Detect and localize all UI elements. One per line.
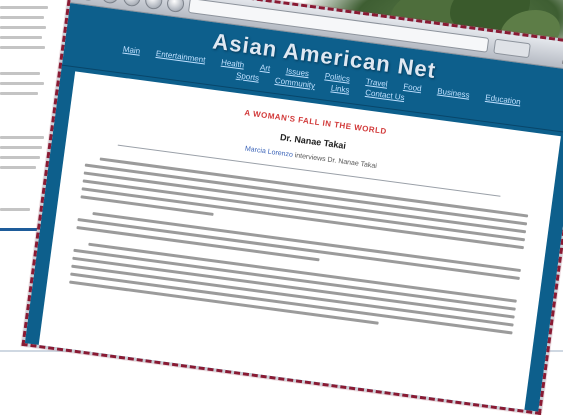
nav-item[interactable]: Education: [485, 93, 521, 107]
nav-item[interactable]: Main: [122, 45, 140, 56]
forward-button[interactable]: [100, 0, 120, 5]
nav-item[interactable]: Politics: [324, 71, 350, 83]
nav-item[interactable]: Community: [274, 76, 315, 90]
stop-button[interactable]: [165, 0, 186, 14]
go-button[interactable]: [493, 38, 531, 59]
author-link[interactable]: Marcia Lorenzo: [244, 146, 293, 159]
back-button[interactable]: [78, 0, 98, 2]
background-blue-rule: [0, 228, 40, 231]
nav-item[interactable]: Sports: [236, 71, 260, 83]
home-button[interactable]: [144, 0, 164, 11]
credit-text: interviews Dr. Nanae Takai: [292, 151, 378, 171]
nav-item[interactable]: Health: [221, 58, 245, 70]
nav-item[interactable]: Travel: [365, 77, 388, 89]
nav-item[interactable]: Contact Us: [365, 88, 405, 102]
nav-item[interactable]: Business: [437, 87, 470, 100]
browser-screenshot-clipping: Asian American Net Main Entertainment He…: [21, 0, 563, 415]
nav-item[interactable]: Links: [330, 83, 350, 94]
nav-item[interactable]: Issues: [285, 66, 309, 78]
nav-item[interactable]: Food: [403, 82, 422, 93]
nav-item[interactable]: Art: [259, 63, 270, 73]
reload-button[interactable]: [122, 0, 142, 8]
